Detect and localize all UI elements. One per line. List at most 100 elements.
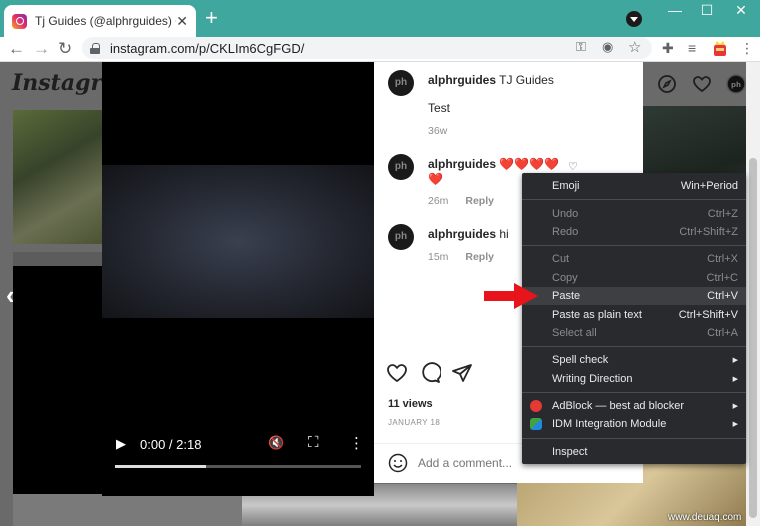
comment-body: alphrguides TJ Guides [428, 73, 628, 88]
new-tab-button[interactable]: + [205, 7, 218, 29]
window-close-button[interactable]: ✕ [726, 2, 756, 19]
menu-item-label: AdBlock — best ad blocker [552, 400, 685, 413]
menu-item-label: Redo [552, 225, 579, 238]
grid-divider [13, 252, 102, 266]
video-more-icon[interactable]: ⋮ [349, 434, 364, 452]
menu-item-select-all[interactable]: Select all Ctrl+A [522, 324, 746, 342]
menu-item-idm[interactable]: IDM Integration Module ▶ [522, 415, 746, 433]
instagram-favicon-icon [12, 13, 27, 29]
submenu-arrow-icon: ▶ [732, 357, 738, 365]
submenu-arrow-icon: ▶ [732, 403, 738, 411]
menu-separator [522, 391, 746, 393]
mute-icon[interactable]: 🔇 [268, 435, 284, 451]
menu-item-spell-check[interactable]: Spell check ▶ [522, 351, 746, 369]
video-progress-fill [115, 465, 207, 468]
video-player[interactable]: ▶ 0:00 / 2:18 🔇 ⛶ ⋮ [102, 62, 374, 496]
menu-item-label: Undo [552, 207, 579, 220]
comment-text: hi [499, 227, 509, 241]
share-send-icon[interactable] [451, 362, 473, 384]
menu-item-label: Paste as plain text [552, 308, 642, 321]
menu-item-paste[interactable]: Paste Ctrl+V [522, 286, 746, 306]
tab-search-icon[interactable] [626, 11, 642, 27]
back-button[interactable]: ← [8, 38, 25, 60]
menu-item-label: Writing Direction [552, 372, 633, 385]
lock-icon[interactable] [90, 42, 100, 54]
menu-item-shortcut: Ctrl+Shift+Z [679, 225, 738, 238]
comment-subtext: Test [428, 101, 451, 115]
comment-username[interactable]: alphrguides [428, 157, 496, 171]
comment-time: 15m [428, 251, 449, 263]
menu-item-undo[interactable]: Undo Ctrl+Z [522, 204, 746, 222]
menu-item-shortcut: Ctrl+Z [707, 207, 738, 220]
tracking-eye-off-icon[interactable]: ◉ [602, 39, 613, 55]
url-text[interactable]: instagram.com/p/CKLIm6CgFGD/ [110, 41, 304, 56]
avatar[interactable]: ph [388, 70, 414, 96]
video-progress-bar[interactable] [115, 465, 361, 468]
grid-photo[interactable] [13, 110, 102, 244]
avatar[interactable]: ph [388, 154, 414, 180]
video-frame[interactable] [102, 165, 374, 318]
extensions-puzzle-icon[interactable]: ✚ [662, 40, 674, 57]
key-icon[interactable]: ⚿ [576, 39, 586, 55]
grid-photo[interactable] [13, 494, 242, 526]
scrollbar-thumb[interactable] [749, 158, 757, 518]
bookmark-star-icon[interactable]: ☆ [628, 38, 641, 56]
fullscreen-icon[interactable]: ⛶ [308, 434, 319, 451]
reply-link[interactable]: Reply [465, 251, 494, 263]
comment-username[interactable]: alphrguides [428, 227, 496, 241]
menu-item-label: Emoji [552, 180, 580, 193]
idm-download-icon [530, 418, 542, 431]
page-scrollbar[interactable] [746, 62, 760, 526]
browser-toolbar: ← → ↻ instagram.com/p/CKLIm6CgFGD/ ⚿ ◉ ☆… [0, 37, 760, 62]
menu-item-label: IDM Integration Module [552, 418, 667, 431]
view-count[interactable]: 11 views [388, 398, 433, 410]
submenu-arrow-icon: ▶ [732, 421, 738, 429]
post-date: JANUARY 18 [388, 418, 441, 427]
like-heart-icon[interactable] [386, 362, 408, 384]
menu-separator [522, 437, 746, 439]
reply-link[interactable]: Reply [465, 195, 494, 207]
media-queue-icon[interactable]: ≡ [688, 40, 696, 56]
menu-item-inspect[interactable]: Inspect [522, 443, 746, 461]
address-bar[interactable]: instagram.com/p/CKLIm6CgFGD/ ⚿ ◉ ☆ [82, 37, 652, 59]
window-minimize-button[interactable]: — [660, 2, 690, 18]
profile-avatar-icon[interactable] [712, 39, 728, 60]
menu-separator [522, 199, 746, 201]
menu-item-paste-plain-text[interactable]: Paste as plain text Ctrl+Shift+V [522, 305, 746, 323]
play-button[interactable]: ▶ [116, 436, 126, 452]
menu-item-shortcut: Ctrl+V [707, 290, 738, 303]
menu-item-label: Paste [552, 290, 581, 303]
emoji-smiley-icon[interactable] [388, 453, 408, 473]
comment-bubble-icon[interactable] [419, 362, 441, 384]
window-maximize-button[interactable]: ☐ [692, 2, 722, 19]
menu-item-label: Copy [552, 271, 578, 284]
watermark: www.deuaq.com [668, 512, 742, 523]
menu-item-copy[interactable]: Copy Ctrl+C [522, 269, 746, 287]
browser-tab-bar: Tj Guides (@alphrguides) • Insta ✕ + — ☐… [0, 0, 760, 37]
avatar[interactable]: ph [388, 224, 414, 250]
comment-meta: 26m Reply [428, 195, 494, 207]
menu-item-adblock[interactable]: AdBlock — best ad blocker ▶ [522, 397, 746, 415]
submenu-arrow-icon: ▶ [732, 375, 738, 383]
browser-tab[interactable]: Tj Guides (@alphrguides) • Insta ✕ [4, 5, 196, 37]
context-menu: Emoji Win+Period Undo Ctrl+Z Redo Ctrl+S… [522, 173, 746, 464]
menu-item-redo[interactable]: Redo Ctrl+Shift+Z [522, 223, 746, 241]
activity-heart-icon[interactable] [692, 74, 712, 94]
comment-username[interactable]: alphrguides [428, 73, 496, 87]
explore-compass-icon[interactable] [657, 74, 677, 94]
svg-text:ph: ph [731, 81, 741, 89]
tab-close-icon[interactable]: ✕ [176, 14, 188, 28]
forward-button[interactable]: → [33, 38, 50, 60]
profile-avatar-icon[interactable]: ph [726, 74, 746, 94]
menu-item-writing-direction[interactable]: Writing Direction ▶ [522, 370, 746, 388]
menu-item-cut[interactable]: Cut Ctrl+X [522, 250, 746, 268]
like-comment-heart-icon[interactable]: ♡ [568, 160, 578, 173]
video-time: 0:00 / 2:18 [140, 437, 202, 452]
menu-item-label: Select all [552, 326, 597, 339]
menu-item-emoji[interactable]: Emoji Win+Period [522, 177, 746, 195]
menu-item-label: Cut [552, 253, 570, 266]
menu-item-shortcut: Ctrl+C [706, 271, 738, 284]
reload-button[interactable]: ↻ [58, 38, 72, 60]
video-letterbox [13, 266, 102, 494]
browser-menu-icon[interactable]: ⋮ [740, 40, 754, 57]
